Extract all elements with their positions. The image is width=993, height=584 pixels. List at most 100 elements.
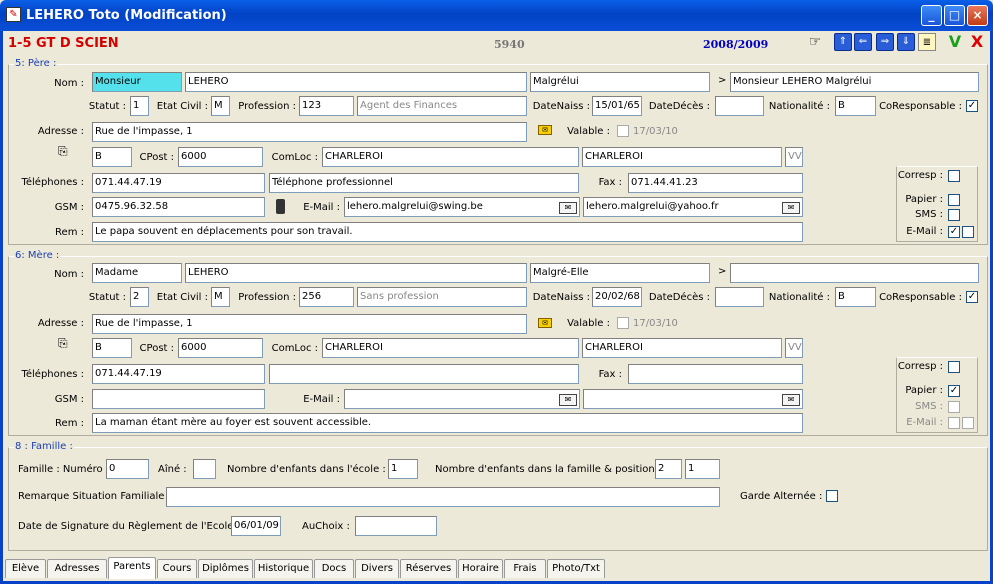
mother-sms-checkbox[interactable] [948,401,960,413]
father-birthdate-field[interactable]: 15/01/65 [592,96,642,116]
father-email1-field[interactable]: lehero.malgrelui@swing.be [344,197,580,217]
father-phone-field[interactable]: 071.44.47.19 [92,173,265,193]
father-remark-field[interactable]: Le papa souvent en déplacements pour son… [92,222,803,242]
mother-valable-checkbox[interactable] [617,317,629,329]
envelope-icon[interactable]: ✉ [538,125,552,135]
father-papier-checkbox[interactable] [948,194,960,206]
mother-remark-field[interactable]: La maman étant mère au foyer est souvent… [92,413,803,433]
tab-docs[interactable]: Docs [314,559,354,578]
hand-icon[interactable]: ☞ [806,33,824,51]
father-gsm-field[interactable]: 0475.96.32.58 [92,197,265,217]
father-country-field[interactable]: B [92,147,132,167]
mother-email1-field[interactable] [344,389,580,409]
mother-country-field[interactable]: B [92,338,132,358]
father-email1-checkbox[interactable]: ✓ [948,226,960,238]
mother-corresp-checkbox[interactable] [948,361,960,373]
mail-icon[interactable]: ✉ [559,394,577,406]
mother-etat-civil-field[interactable]: M [211,287,230,307]
mother-vv-field[interactable]: VV [785,338,803,358]
father-name-field[interactable]: LEHERO [185,72,527,92]
auchoix-field[interactable] [355,516,437,536]
mother-gsm-field[interactable] [92,389,265,409]
father-deathdate-field[interactable] [715,96,764,116]
children-school-field[interactable]: 1 [388,459,418,479]
close-button[interactable]: × [967,5,988,26]
child-position-field[interactable]: 1 [685,459,720,479]
mother-profession-code-field[interactable]: 256 [299,287,354,307]
tab-horaire[interactable]: Horaire [458,559,503,578]
mother-fullname-field[interactable] [730,263,979,283]
father-postcode-field[interactable]: 6000 [178,147,263,167]
previous-record-button[interactable]: ⇐ [854,33,872,51]
father-locality-field[interactable]: CHARLEROI [582,147,782,167]
tab-cours[interactable]: Cours [157,559,197,578]
tab-divers[interactable]: Divers [355,559,399,578]
children-family-field[interactable]: 2 [655,459,682,479]
maximize-button[interactable]: □ [944,5,965,26]
tab-adresses[interactable]: Adresses [47,559,107,578]
mother-locality-field[interactable]: CHARLEROI [582,338,782,358]
father-profession-field[interactable]: Agent des Finances [357,96,527,116]
mother-papier-checkbox[interactable]: ✓ [948,385,960,397]
mother-address-field[interactable]: Rue de l'impasse, 1 [92,314,527,334]
father-email2-checkbox[interactable] [962,226,974,238]
mother-email2-checkbox[interactable] [962,417,974,429]
father-nationality-field[interactable]: B [835,96,876,116]
father-civility-field[interactable]: Monsieur [92,72,182,92]
father-vv-field[interactable]: VV [785,147,803,167]
father-firstname-field[interactable]: Malgrélui [530,72,710,92]
minimize-button[interactable]: _ [921,5,942,26]
father-sms-checkbox[interactable] [948,209,960,221]
remark-family-field[interactable] [166,487,720,507]
father-coresponsable-checkbox[interactable]: ✓ [966,100,978,112]
copy-icon[interactable]: ⎘ [58,336,68,351]
ok-button[interactable]: V [946,33,964,51]
tab-diplomes[interactable]: Diplômes [198,559,253,578]
mother-phone2-field[interactable] [269,364,579,384]
signature-date-field[interactable]: 06/01/09 [231,516,281,536]
family-number-field[interactable]: 0 [106,459,149,479]
mother-civility-field[interactable]: Madame [92,263,182,283]
mail-icon[interactable]: ✉ [782,394,800,406]
mother-email2-field[interactable] [583,389,803,409]
envelope-icon[interactable]: ✉ [538,318,552,328]
garde-alternee-checkbox[interactable] [826,490,838,502]
tab-parents[interactable]: Parents [108,557,156,579]
mother-fax-field[interactable] [628,364,803,384]
mother-birthdate-field[interactable]: 20/02/68 [592,287,642,307]
copy-icon[interactable]: ⎘ [58,144,68,159]
last-record-button[interactable]: ⇓ [897,33,915,51]
mother-postcode-field[interactable]: 6000 [178,338,263,358]
mail-icon[interactable]: ✉ [782,202,800,214]
mother-deathdate-field[interactable] [715,287,764,307]
mother-statut-field[interactable]: 2 [130,287,149,307]
mail-icon[interactable]: ✉ [559,202,577,214]
mother-phone-field[interactable]: 071.44.47.19 [92,364,265,384]
tab-eleve[interactable]: Elève [5,559,46,578]
first-record-button[interactable]: ⇑ [834,33,852,51]
father-statut-field[interactable]: 1 [130,96,149,116]
father-fullname-field[interactable]: Monsieur LEHERO Malgrélui [730,72,979,92]
mother-firstname-field[interactable]: Malgré-Elle [530,263,710,283]
app-icon[interactable]: ✎ [6,7,21,22]
father-fax-field[interactable]: 071.44.41.23 [628,173,803,193]
father-email2-field[interactable]: lehero.malgrelui@yahoo.fr [583,197,803,217]
mother-profession-field[interactable]: Sans profession [357,287,527,307]
father-etat-civil-field[interactable]: M [211,96,230,116]
mother-coresponsable-checkbox[interactable]: ✓ [966,291,978,303]
tab-photo-txt[interactable]: Photo/Txt [547,559,605,578]
father-commune-field[interactable]: CHARLEROI [322,147,579,167]
mother-name-field[interactable]: LEHERO [185,263,527,283]
mother-commune-field[interactable]: CHARLEROI [322,338,579,358]
tab-historique[interactable]: Historique [254,559,313,578]
tab-frais[interactable]: Frais [504,559,546,578]
next-record-button[interactable]: ⇒ [876,33,894,51]
mother-email1-checkbox[interactable] [948,417,960,429]
father-phone2-field[interactable]: Téléphone professionnel [269,173,579,193]
father-corresp-checkbox[interactable] [948,170,960,182]
aine-field[interactable] [193,459,216,479]
father-profession-code-field[interactable]: 123 [299,96,354,116]
notes-icon[interactable]: ≣ [918,33,936,51]
tab-reserves[interactable]: Réserves [400,559,457,578]
cancel-button[interactable]: X [968,33,986,51]
